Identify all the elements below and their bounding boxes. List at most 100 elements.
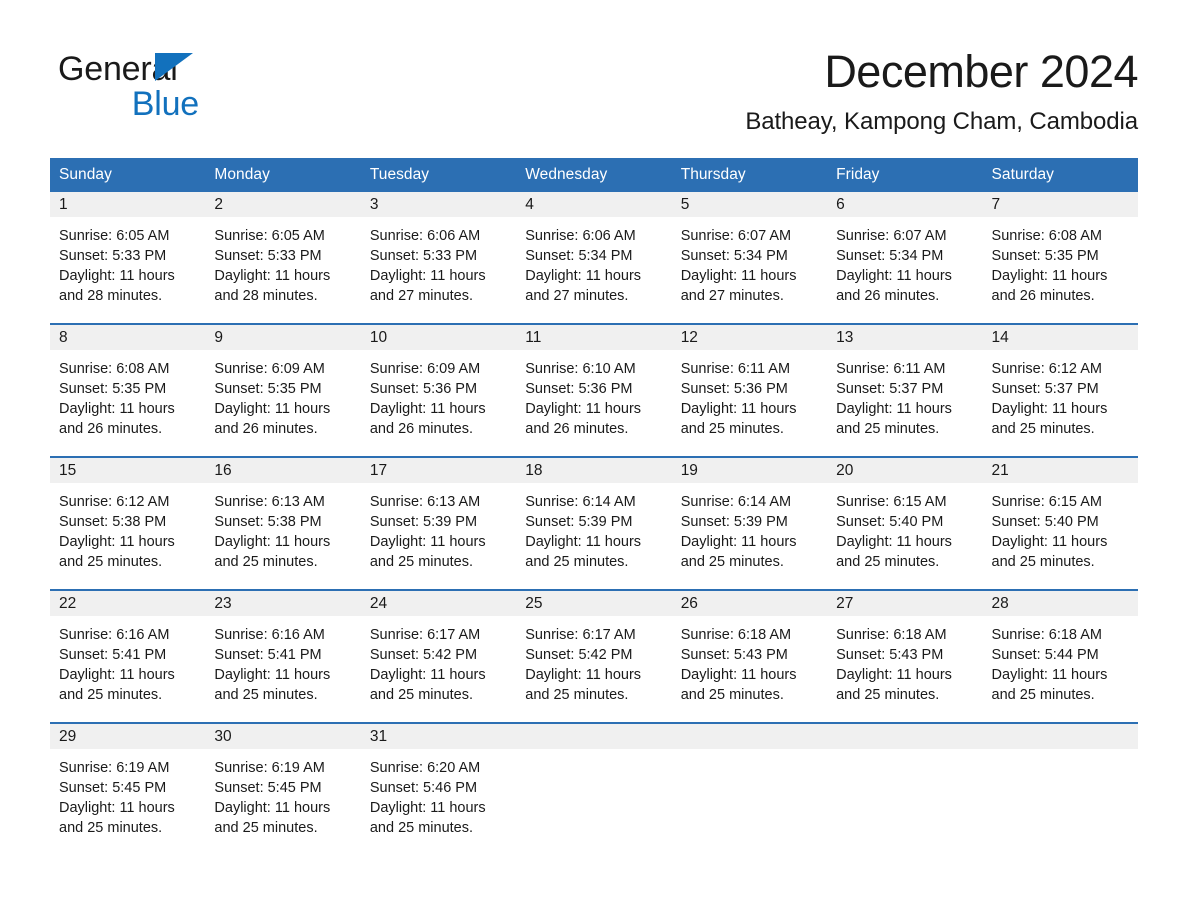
calendar-day-cell[interactable]: 21 Sunrise: 6:15 AM Sunset: 5:40 PM Dayligh… [982, 456, 1138, 579]
day-number: 1 [50, 192, 206, 217]
sunrise-text: Sunrise: 6:17 AM [369, 627, 481, 643]
daylight-text-line1: Daylight: 11 hours [59, 268, 175, 284]
calendar-day-cell[interactable]: 13 Sunrise: 6:11 AM Sunset: 5:37 PM Dayligh… [827, 323, 983, 446]
sunset-text: Sunset: 5:40 PM [991, 514, 1099, 530]
daylight-text-line1: Daylight: 11 hours [369, 401, 486, 417]
week-spacer-cell [50, 446, 1138, 457]
weekday-header-friday: Friday [827, 158, 983, 192]
calendar-day-cell[interactable]: 4 Sunrise: 6:06 AM Sunset: 5:34 PM Daylight… [516, 192, 672, 313]
calendar-day-cell[interactable]: 2 Sunrise: 6:05 AM Sunset: 5:33 PM Daylight… [205, 192, 361, 313]
day-number: 15 [50, 458, 206, 483]
day-number [516, 724, 672, 749]
general-blue-logo: General Blue [58, 52, 208, 121]
day-details: Sunrise: 6:17 AM Sunset: 5:42 PM Daylight:… [361, 616, 516, 712]
sunrise-text: Sunrise: 6:10 AM [525, 361, 636, 377]
calendar-day-cell[interactable]: 11 Sunrise: 6:10 AM Sunset: 5:36 PM Dayligh… [516, 323, 672, 446]
day-details: Sunrise: 6:18 AM Sunset: 5:44 PM Daylight:… [983, 616, 1138, 712]
calendar-day-cell[interactable]: 18 Sunrise: 6:14 AM Sunset: 5:39 PM Dayligh… [516, 456, 672, 579]
daylight-text-line2: and 26 minutes. [214, 421, 318, 437]
day-details: Sunrise: 6:07 AM Sunset: 5:34 PM Daylight:… [672, 217, 827, 313]
calendar-day-cell[interactable]: 25 Sunrise: 6:17 AM Sunset: 5:42 PM Dayligh… [516, 589, 672, 712]
sunrise-text: Sunrise: 6:15 AM [836, 494, 947, 510]
day-number: 8 [50, 325, 206, 350]
sunset-text: Sunset: 5:39 PM [680, 514, 788, 530]
calendar-day-cell[interactable]: 3 Sunrise: 6:06 AM Sunset: 5:33 PM Daylight… [360, 192, 517, 313]
day-details: Sunrise: 6:20 AM Sunset: 5:46 PM Daylight:… [361, 749, 516, 845]
day-number: 10 [360, 325, 517, 350]
daylight-text-line1: Daylight: 11 hours [59, 534, 175, 550]
sunrise-text: Sunrise: 6:08 AM [59, 361, 170, 377]
calendar-day-cell[interactable]: 16 Sunrise: 6:13 AM Sunset: 5:38 PM Dayligh… [205, 456, 361, 579]
day-number: 17 [360, 458, 517, 483]
calendar-day-cell[interactable]: 23 Sunrise: 6:16 AM Sunset: 5:41 PM Dayligh… [205, 589, 361, 712]
calendar-day-cell[interactable]: 14 Sunrise: 6:12 AM Sunset: 5:37 PM Dayligh… [982, 323, 1138, 446]
daylight-text-line2: and 25 minutes. [525, 687, 629, 703]
week-spacer [50, 712, 1138, 723]
calendar-day-cell[interactable]: 30 Sunrise: 6:19 AM Sunset: 5:45 PM Dayligh… [205, 722, 361, 845]
calendar-day-cell[interactable]: 29 Sunrise: 6:19 AM Sunset: 5:45 PM Dayligh… [50, 722, 206, 845]
calendar-day-cell[interactable]: 6 Sunrise: 6:07 AM Sunset: 5:34 PM Daylight… [827, 192, 983, 313]
sunset-text: Sunset: 5:45 PM [59, 780, 167, 796]
sunrise-text: Sunrise: 6:07 AM [836, 228, 947, 244]
day-details: Sunrise: 6:14 AM Sunset: 5:39 PM Daylight:… [516, 483, 671, 579]
calendar-day-cell[interactable]: 10 Sunrise: 6:09 AM Sunset: 5:36 PM Dayligh… [360, 323, 517, 446]
sunset-text: Sunset: 5:35 PM [991, 248, 1099, 264]
sunset-text: Sunset: 5:39 PM [525, 514, 633, 530]
daylight-text-line1: Daylight: 11 hours [214, 800, 331, 816]
day-number: 12 [671, 325, 828, 350]
day-details: Sunrise: 6:06 AM Sunset: 5:34 PM Daylight:… [516, 217, 671, 313]
sunset-text: Sunset: 5:33 PM [214, 248, 322, 264]
daylight-text-line2: and 27 minutes. [369, 288, 474, 304]
daylight-text-line1: Daylight: 11 hours [991, 268, 1108, 284]
title-block: December 2024 Batheay, Kampong Cham, Cam… [745, 48, 1138, 136]
day-details: Sunrise: 6:05 AM Sunset: 5:33 PM Daylight:… [205, 217, 360, 313]
calendar-day-cell[interactable]: 5 Sunrise: 6:07 AM Sunset: 5:34 PM Daylight… [671, 192, 828, 313]
day-number: 16 [205, 458, 361, 483]
calendar-day-cell[interactable]: 12 Sunrise: 6:11 AM Sunset: 5:36 PM Dayligh… [671, 323, 828, 446]
day-details: Sunrise: 6:11 AM Sunset: 5:37 PM Daylight:… [827, 350, 982, 446]
daylight-text-line2: and 26 minutes. [991, 288, 1095, 304]
calendar-day-cell[interactable]: 9 Sunrise: 6:09 AM Sunset: 5:35 PM Daylight… [205, 323, 361, 446]
sunset-text: Sunset: 5:43 PM [836, 647, 944, 663]
calendar-day-cell[interactable]: 22 Sunrise: 6:16 AM Sunset: 5:41 PM Dayligh… [50, 589, 206, 712]
day-number: 29 [50, 724, 206, 749]
calendar-day-cell[interactable]: 24 Sunrise: 6:17 AM Sunset: 5:42 PM Dayligh… [360, 589, 517, 712]
calendar-day-cell[interactable]: 15 Sunrise: 6:12 AM Sunset: 5:38 PM Dayligh… [50, 456, 206, 579]
sunrise-text: Sunrise: 6:11 AM [680, 361, 791, 377]
calendar-day-cell[interactable]: 17 Sunrise: 6:13 AM Sunset: 5:39 PM Dayligh… [360, 456, 517, 579]
sunset-text: Sunset: 5:33 PM [59, 248, 167, 264]
calendar-day-cell[interactable]: 7 Sunrise: 6:08 AM Sunset: 5:35 PM Daylight… [982, 192, 1138, 313]
sunrise-text: Sunrise: 6:06 AM [369, 228, 481, 244]
daylight-text-line2: and 27 minutes. [680, 288, 784, 304]
daylight-text-line2: and 25 minutes. [59, 554, 163, 570]
sunset-text: Sunset: 5:39 PM [369, 514, 478, 530]
day-number: 26 [671, 591, 828, 616]
calendar-day-cell[interactable]: 27 Sunrise: 6:18 AM Sunset: 5:43 PM Dayligh… [827, 589, 983, 712]
sunset-text: Sunset: 5:37 PM [991, 381, 1099, 397]
calendar-day-cell[interactable]: 1 Sunrise: 6:05 AM Sunset: 5:33 PM Daylight… [50, 192, 206, 313]
calendar-week-row: 8 Sunrise: 6:08 AM Sunset: 5:35 PM Daylight… [50, 323, 1138, 446]
day-details: Sunrise: 6:11 AM Sunset: 5:36 PM Daylight:… [672, 350, 827, 446]
day-number: 14 [982, 325, 1138, 350]
page-header: General Blue December 2024 Batheay, Kamp… [0, 0, 1188, 136]
week-spacer-cell [50, 712, 1138, 723]
daylight-text-line1: Daylight: 11 hours [369, 800, 486, 816]
sunset-text: Sunset: 5:42 PM [525, 647, 633, 663]
calendar-day-cell[interactable]: 26 Sunrise: 6:18 AM Sunset: 5:43 PM Dayligh… [671, 589, 828, 712]
weekday-header-sunday: Sunday [50, 158, 206, 192]
day-number: 27 [827, 591, 983, 616]
day-number: 28 [982, 591, 1138, 616]
calendar-day-cell[interactable]: 8 Sunrise: 6:08 AM Sunset: 5:35 PM Daylight… [50, 323, 206, 446]
weekday-header-thursday: Thursday [671, 158, 828, 192]
day-details: Sunrise: 6:13 AM Sunset: 5:38 PM Daylight:… [205, 483, 360, 579]
day-details [672, 749, 827, 845]
calendar-day-cell[interactable]: 19 Sunrise: 6:14 AM Sunset: 5:39 PM Dayligh… [671, 456, 828, 579]
day-details: Sunrise: 6:13 AM Sunset: 5:39 PM Daylight:… [361, 483, 516, 579]
sunrise-text: Sunrise: 6:16 AM [214, 627, 325, 643]
sunrise-text: Sunrise: 6:15 AM [991, 494, 1102, 510]
calendar-day-cell[interactable]: 20 Sunrise: 6:15 AM Sunset: 5:40 PM Dayligh… [827, 456, 983, 579]
calendar-day-cell[interactable]: 28 Sunrise: 6:18 AM Sunset: 5:44 PM Dayligh… [982, 589, 1138, 712]
sunrise-text: Sunrise: 6:19 AM [59, 760, 170, 776]
calendar-day-cell[interactable]: 31 Sunrise: 6:20 AM Sunset: 5:46 PM Dayligh… [360, 722, 517, 845]
daylight-text-line1: Daylight: 11 hours [680, 667, 797, 683]
